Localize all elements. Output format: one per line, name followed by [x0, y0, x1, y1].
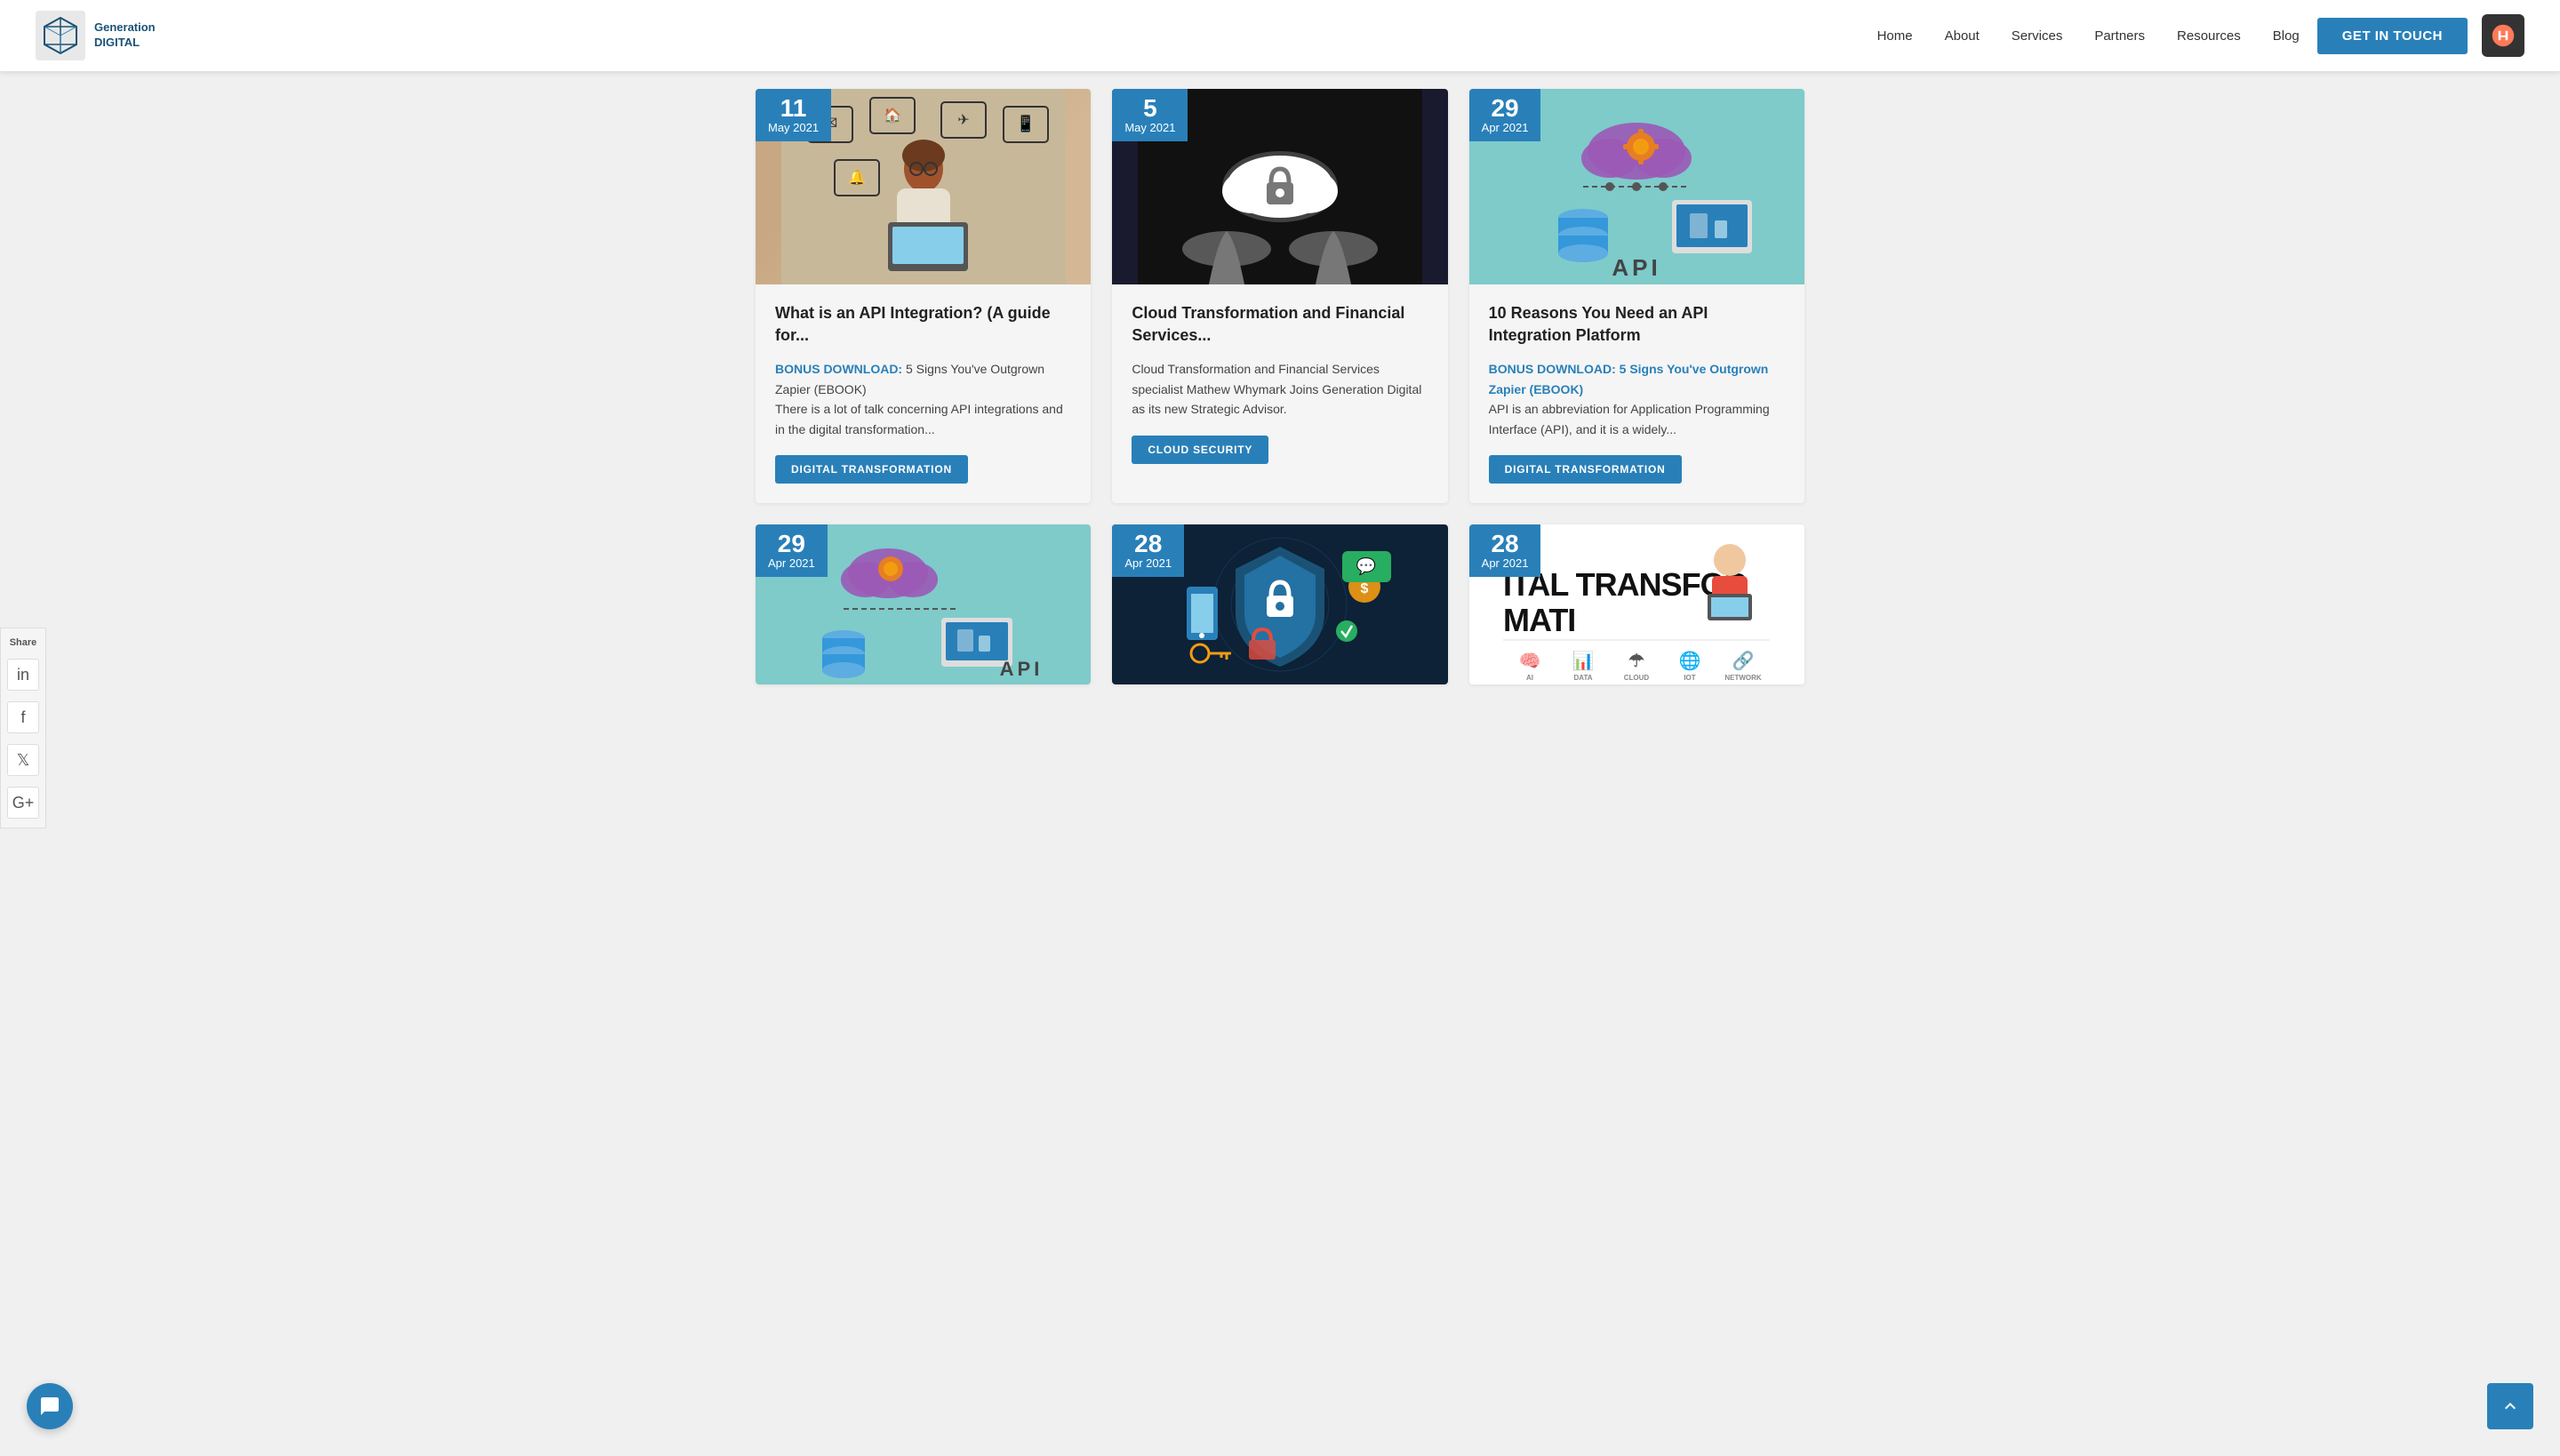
card-api-integration: 11 May 2021 ✉ 🏠 ✈	[756, 89, 1091, 503]
date-month-year-4: Apr 2021	[768, 556, 815, 570]
svg-text:🧠: 🧠	[1519, 652, 1541, 671]
bonus-link-1[interactable]: BONUS DOWNLOAD:	[775, 362, 902, 376]
card-description-3: API is an abbreviation for Application P…	[1489, 402, 1770, 436]
card-digital-transform: 28 Apr 2021 ITAL TRANSFOR MATI 🧠 📊	[1469, 524, 1804, 684]
card-image-4: 29 Apr 2021	[756, 524, 1091, 684]
scroll-to-top-button[interactable]	[2487, 1383, 2533, 1429]
cards-row-2: 29 Apr 2021	[756, 524, 1804, 684]
date-month-year-3: Apr 2021	[1482, 121, 1529, 134]
date-month-year-1: May 2021	[768, 121, 819, 134]
svg-text:📱: 📱	[1015, 114, 1035, 132]
svg-text:🔔: 🔔	[848, 170, 866, 186]
nav-about[interactable]: About	[1945, 28, 1980, 44]
card-title-3: 10 Reasons You Need an API Integration P…	[1489, 302, 1785, 347]
svg-text:✈: ✈	[957, 113, 969, 128]
bonus-link-3[interactable]: BONUS DOWNLOAD: 5 Signs You've Outgrown …	[1489, 362, 1769, 396]
share-bar: Share in f 𝕏 G+	[0, 628, 46, 828]
logo-icon	[36, 11, 85, 60]
card-text-1: BONUS DOWNLOAD: 5 Signs You've Outgrown …	[775, 359, 1071, 439]
share-label: Share	[10, 637, 37, 648]
date-day-2: 5	[1124, 96, 1175, 121]
svg-text:AI: AI	[1526, 674, 1533, 682]
card-body-1: What is an API Integration? (A guide for…	[756, 284, 1091, 503]
date-day-1: 11	[768, 96, 819, 121]
date-badge-5: 28 Apr 2021	[1112, 524, 1184, 577]
svg-text:DATA: DATA	[1574, 674, 1593, 682]
card-api-2: 29 Apr 2021	[756, 524, 1091, 684]
svg-text:📊: 📊	[1572, 650, 1595, 671]
svg-text:IOT: IOT	[1684, 674, 1696, 682]
date-badge-6: 28 Apr 2021	[1469, 524, 1541, 577]
date-month-year-2: May 2021	[1124, 121, 1175, 134]
card-image-5: 28 Apr 2021	[1112, 524, 1447, 684]
googleplus-share-button[interactable]: G+	[7, 787, 39, 819]
date-day-5: 28	[1124, 532, 1172, 556]
card-image-6: 28 Apr 2021 ITAL TRANSFOR MATI 🧠 📊	[1469, 524, 1804, 684]
card-body-3: 10 Reasons You Need an API Integration P…	[1469, 284, 1804, 503]
date-badge-4: 29 Apr 2021	[756, 524, 828, 577]
svg-text:NETWORK: NETWORK	[1725, 674, 1763, 682]
svg-text:MATI: MATI	[1503, 602, 1575, 638]
date-day-4: 29	[768, 532, 815, 556]
nav-partners[interactable]: Partners	[2094, 28, 2145, 44]
date-month-year-6: Apr 2021	[1482, 556, 1529, 570]
card-image-1: 11 May 2021 ✉ 🏠 ✈	[756, 89, 1091, 284]
svg-text:🔗: 🔗	[1732, 650, 1755, 671]
facebook-share-button[interactable]: f	[7, 701, 39, 733]
logo[interactable]: Generation DIGITAL	[36, 11, 156, 60]
date-badge-3: 29 Apr 2021	[1469, 89, 1541, 141]
tag-button-3[interactable]: DIGITAL TRANSFORMATION	[1489, 455, 1682, 484]
card-cloud-transformation: 5 May 2021	[1112, 89, 1447, 503]
card-api-platform: 29 Apr 2021	[1469, 89, 1804, 503]
main-nav: Home About Services Partners Resources B…	[1877, 28, 2300, 44]
card-text-3: BONUS DOWNLOAD: 5 Signs You've Outgrown …	[1489, 359, 1785, 439]
hubspot-icon[interactable]	[2482, 14, 2524, 57]
date-badge-2: 5 May 2021	[1112, 89, 1188, 141]
tag-button-1[interactable]: DIGITAL TRANSFORMATION	[775, 455, 968, 484]
card-image-2: 5 May 2021	[1112, 89, 1447, 284]
card-title-1: What is an API Integration? (A guide for…	[775, 302, 1071, 347]
nav-services[interactable]: Services	[2012, 28, 2063, 44]
logo-text: Generation DIGITAL	[94, 20, 156, 51]
svg-text:☂: ☂	[1628, 652, 1644, 671]
svg-text:$: $	[1361, 581, 1369, 596]
get-in-touch-button[interactable]: GET IN TOUCH	[2317, 18, 2468, 54]
card-text-2: Cloud Transformation and Financial Servi…	[1132, 359, 1428, 419]
nav-resources[interactable]: Resources	[2177, 28, 2241, 44]
cards-row-1: 11 May 2021 ✉ 🏠 ✈	[756, 89, 1804, 503]
svg-text:API: API	[1612, 254, 1661, 281]
svg-text:API: API	[999, 658, 1043, 680]
nav-home[interactable]: Home	[1877, 28, 1913, 44]
card-description-1: There is a lot of talk concerning API in…	[775, 402, 1063, 436]
svg-text:🏠: 🏠	[884, 108, 901, 124]
svg-text:🌐: 🌐	[1679, 650, 1701, 671]
linkedin-share-button[interactable]: in	[7, 659, 39, 691]
main-content: 11 May 2021 ✉ 🏠 ✈	[702, 71, 1858, 741]
card-body-2: Cloud Transformation and Financial Servi…	[1112, 284, 1447, 484]
date-day-6: 28	[1482, 532, 1529, 556]
card-shield-security: 28 Apr 2021	[1112, 524, 1447, 684]
nav-blog[interactable]: Blog	[2273, 28, 2300, 44]
twitter-share-button[interactable]: 𝕏	[7, 744, 39, 776]
card-title-2: Cloud Transformation and Financial Servi…	[1132, 302, 1428, 347]
chat-bubble-button[interactable]	[27, 1383, 73, 1429]
tag-button-2[interactable]: CLOUD SECURITY	[1132, 436, 1268, 464]
date-month-year-5: Apr 2021	[1124, 556, 1172, 570]
date-badge-1: 11 May 2021	[756, 89, 831, 141]
header: Generation DIGITAL Home About Services P…	[0, 0, 2560, 71]
svg-text:💬: 💬	[1356, 556, 1376, 575]
date-day-3: 29	[1482, 96, 1529, 121]
svg-text:CLOUD: CLOUD	[1624, 674, 1650, 682]
card-image-3: 29 Apr 2021	[1469, 89, 1804, 284]
